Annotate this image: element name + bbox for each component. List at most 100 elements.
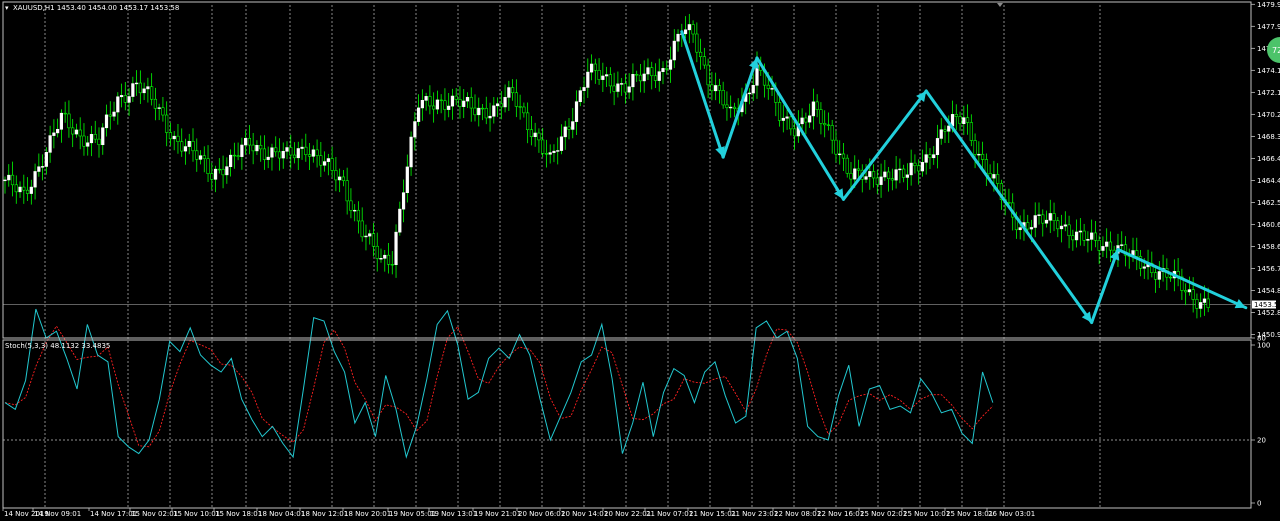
candle-body[interactable]	[1037, 214, 1041, 216]
candle-body[interactable]	[450, 95, 455, 107]
candle-body[interactable]	[601, 75, 605, 80]
candle-body[interactable]	[435, 99, 440, 110]
trading-chart[interactable]: 1479.901477.951476.001474.101472.151470.…	[0, 0, 1280, 521]
candle-body[interactable]	[1153, 272, 1158, 280]
candle-body[interactable]	[398, 208, 402, 233]
candle-body[interactable]	[943, 129, 947, 132]
candle-body[interactable]	[401, 192, 406, 210]
candle-body[interactable]	[266, 156, 270, 160]
candle-body[interactable]	[93, 134, 97, 140]
candle-body[interactable]	[672, 40, 676, 61]
candle-body[interactable]	[176, 135, 180, 142]
candle-body[interactable]	[390, 264, 394, 266]
candle-body[interactable]	[371, 233, 376, 247]
candle-body[interactable]	[864, 176, 868, 180]
candle-body[interactable]	[10, 174, 15, 186]
candle-body[interactable]	[307, 154, 312, 157]
candle-body[interactable]	[326, 158, 330, 162]
candle-body[interactable]	[187, 141, 191, 147]
candle-body[interactable]	[1142, 266, 1146, 269]
candle-body[interactable]	[360, 220, 364, 238]
candle-body[interactable]	[627, 86, 631, 93]
candle-body[interactable]	[642, 73, 646, 82]
candle-body[interactable]	[210, 173, 214, 180]
candle-body[interactable]	[1097, 240, 1101, 251]
candle-body[interactable]	[1191, 289, 1195, 300]
candle-body[interactable]	[488, 115, 492, 119]
candle-body[interactable]	[1056, 220, 1060, 230]
candle-body[interactable]	[751, 85, 755, 94]
candle-body[interactable]	[917, 165, 921, 172]
candle-body[interactable]	[428, 96, 432, 107]
candle-body[interactable]	[221, 168, 225, 176]
candle-body[interactable]	[259, 145, 263, 150]
candle-body[interactable]	[631, 74, 635, 88]
candle-body[interactable]	[845, 157, 849, 174]
candle-body[interactable]	[902, 168, 906, 178]
candle-body[interactable]	[830, 125, 834, 141]
candle-body[interactable]	[913, 162, 917, 167]
candle-body[interactable]	[503, 97, 507, 108]
candle-body[interactable]	[849, 172, 853, 180]
candle-body[interactable]	[544, 153, 549, 155]
candle-body[interactable]	[770, 88, 774, 90]
candle-body[interactable]	[101, 127, 105, 146]
candle-body[interactable]	[131, 83, 135, 97]
candle-body[interactable]	[856, 168, 861, 171]
candle-body[interactable]	[473, 107, 477, 116]
candle-body[interactable]	[379, 258, 383, 260]
candle-body[interactable]	[97, 138, 101, 146]
candle-body[interactable]	[589, 63, 594, 73]
candle-body[interactable]	[439, 99, 443, 102]
candle-body[interactable]	[1018, 227, 1022, 231]
candle-body[interactable]	[119, 95, 124, 98]
candle-body[interactable]	[1101, 246, 1105, 251]
candle-body[interactable]	[1044, 219, 1049, 224]
candle-body[interactable]	[586, 71, 590, 88]
candle-body[interactable]	[1029, 227, 1034, 230]
candle-body[interactable]	[1206, 298, 1210, 308]
candle-body[interactable]	[604, 74, 609, 77]
candle-body[interactable]	[1067, 224, 1071, 237]
candle-body[interactable]	[522, 106, 526, 114]
candle-body[interactable]	[405, 166, 409, 194]
candle-body[interactable]	[492, 105, 496, 117]
candle-body[interactable]	[1108, 241, 1113, 251]
candle-body[interactable]	[183, 146, 188, 152]
candle-body[interactable]	[567, 126, 571, 130]
candle-body[interactable]	[879, 176, 883, 185]
candle-body[interactable]	[815, 101, 819, 110]
candle-body[interactable]	[954, 114, 958, 117]
candle-body[interactable]	[213, 168, 218, 180]
candle-body[interactable]	[721, 90, 725, 106]
candle-body[interactable]	[480, 107, 485, 110]
candle-body[interactable]	[202, 155, 206, 160]
candle-body[interactable]	[1157, 271, 1161, 280]
candle-body[interactable]	[1195, 299, 1199, 309]
candle-body[interactable]	[281, 150, 285, 159]
candle-body[interactable]	[1184, 290, 1188, 293]
candle-body[interactable]	[533, 132, 537, 137]
candle-body[interactable]	[180, 141, 184, 152]
candle-body[interactable]	[33, 171, 37, 188]
candle-body[interactable]	[67, 113, 71, 129]
candle-body[interactable]	[537, 132, 541, 141]
candle-body[interactable]	[416, 107, 421, 122]
candle-body[interactable]	[311, 149, 315, 157]
candle-body[interactable]	[447, 105, 451, 110]
candle-body[interactable]	[698, 51, 703, 57]
candle-body[interactable]	[338, 176, 342, 181]
candle-body[interactable]	[714, 85, 718, 92]
candle-body[interactable]	[86, 142, 90, 147]
candle-body[interactable]	[495, 103, 500, 107]
candle-body[interactable]	[890, 178, 894, 181]
candle-body[interactable]	[1169, 276, 1173, 279]
candle-body[interactable]	[559, 136, 564, 151]
candle-body[interactable]	[409, 136, 413, 168]
candle-body[interactable]	[458, 99, 462, 107]
candle-body[interactable]	[785, 116, 789, 119]
candle-body[interactable]	[766, 84, 770, 89]
candle-body[interactable]	[541, 139, 545, 154]
candle-body[interactable]	[548, 152, 552, 155]
candle-body[interactable]	[1093, 232, 1097, 241]
